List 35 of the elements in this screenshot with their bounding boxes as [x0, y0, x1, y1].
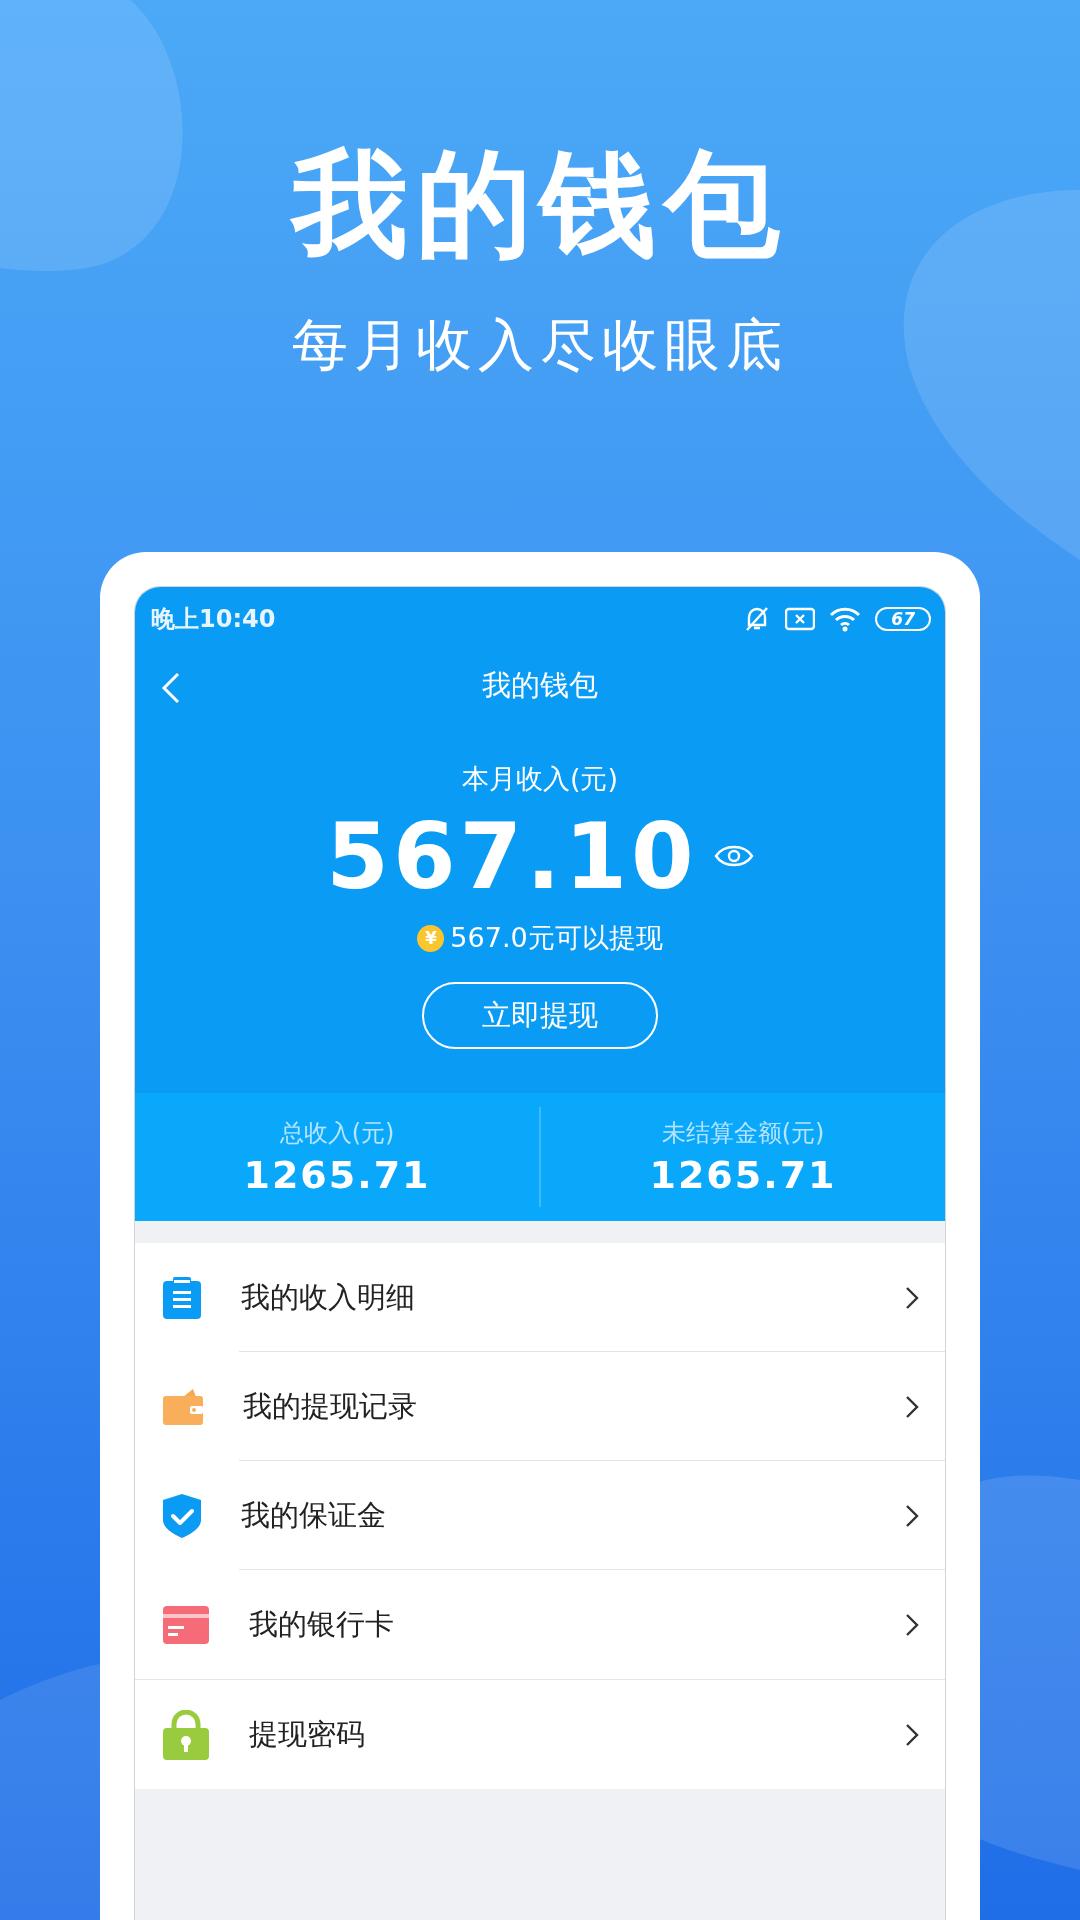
balance-label: 本月收入(元) [461, 761, 619, 796]
withdrawable-text: 567.0元可以提现 [450, 921, 663, 956]
headline: 我的钱包 [292, 140, 788, 268]
stat-value: 1265.71 [649, 1153, 837, 1198]
shield-icon [163, 1493, 201, 1538]
menu-label: 提现密码 [249, 1715, 366, 1753]
chevron-right-icon [905, 1285, 919, 1310]
wifi-icon [829, 605, 862, 632]
chevron-right-icon [905, 1503, 919, 1528]
menu-label: 我的保证金 [241, 1496, 387, 1534]
status-time: 晚上10:40 [151, 603, 276, 635]
chevron-right-icon [905, 1394, 919, 1419]
stat-value: 1265.71 [243, 1153, 431, 1198]
lock-icon [163, 1709, 209, 1760]
menu-label: 我的银行卡 [249, 1605, 395, 1643]
menu-label: 我的提现记录 [243, 1387, 418, 1425]
chevron-right-icon [905, 1612, 919, 1637]
menu-label: 我的收入明细 [241, 1278, 416, 1316]
stat-label: 未结算金额(元) [661, 1118, 825, 1150]
balance-amount: 567.10 [326, 804, 698, 909]
tagline: 每月收入尽收眼底 [292, 310, 788, 379]
menu-item[interactable]: 我的收入明细 [135, 1243, 945, 1353]
back-icon[interactable] [161, 671, 181, 704]
chevron-right-icon [905, 1722, 919, 1747]
stat-label: 总收入(元) [279, 1118, 395, 1150]
menu-item[interactable]: 我的银行卡 [135, 1570, 945, 1680]
coin-icon: ¥ [417, 924, 445, 952]
battery-level: 67 [875, 606, 931, 631]
bank-card-icon [163, 1605, 209, 1644]
wallet-icon [163, 1388, 203, 1425]
sim-x-icon [785, 606, 816, 631]
menu-item[interactable]: 我的保证金 [135, 1461, 945, 1571]
menu-item[interactable]: 我的提现记录 [135, 1352, 945, 1462]
clipboard-icon [163, 1276, 201, 1319]
page-title: 我的钱包 [482, 666, 598, 704]
